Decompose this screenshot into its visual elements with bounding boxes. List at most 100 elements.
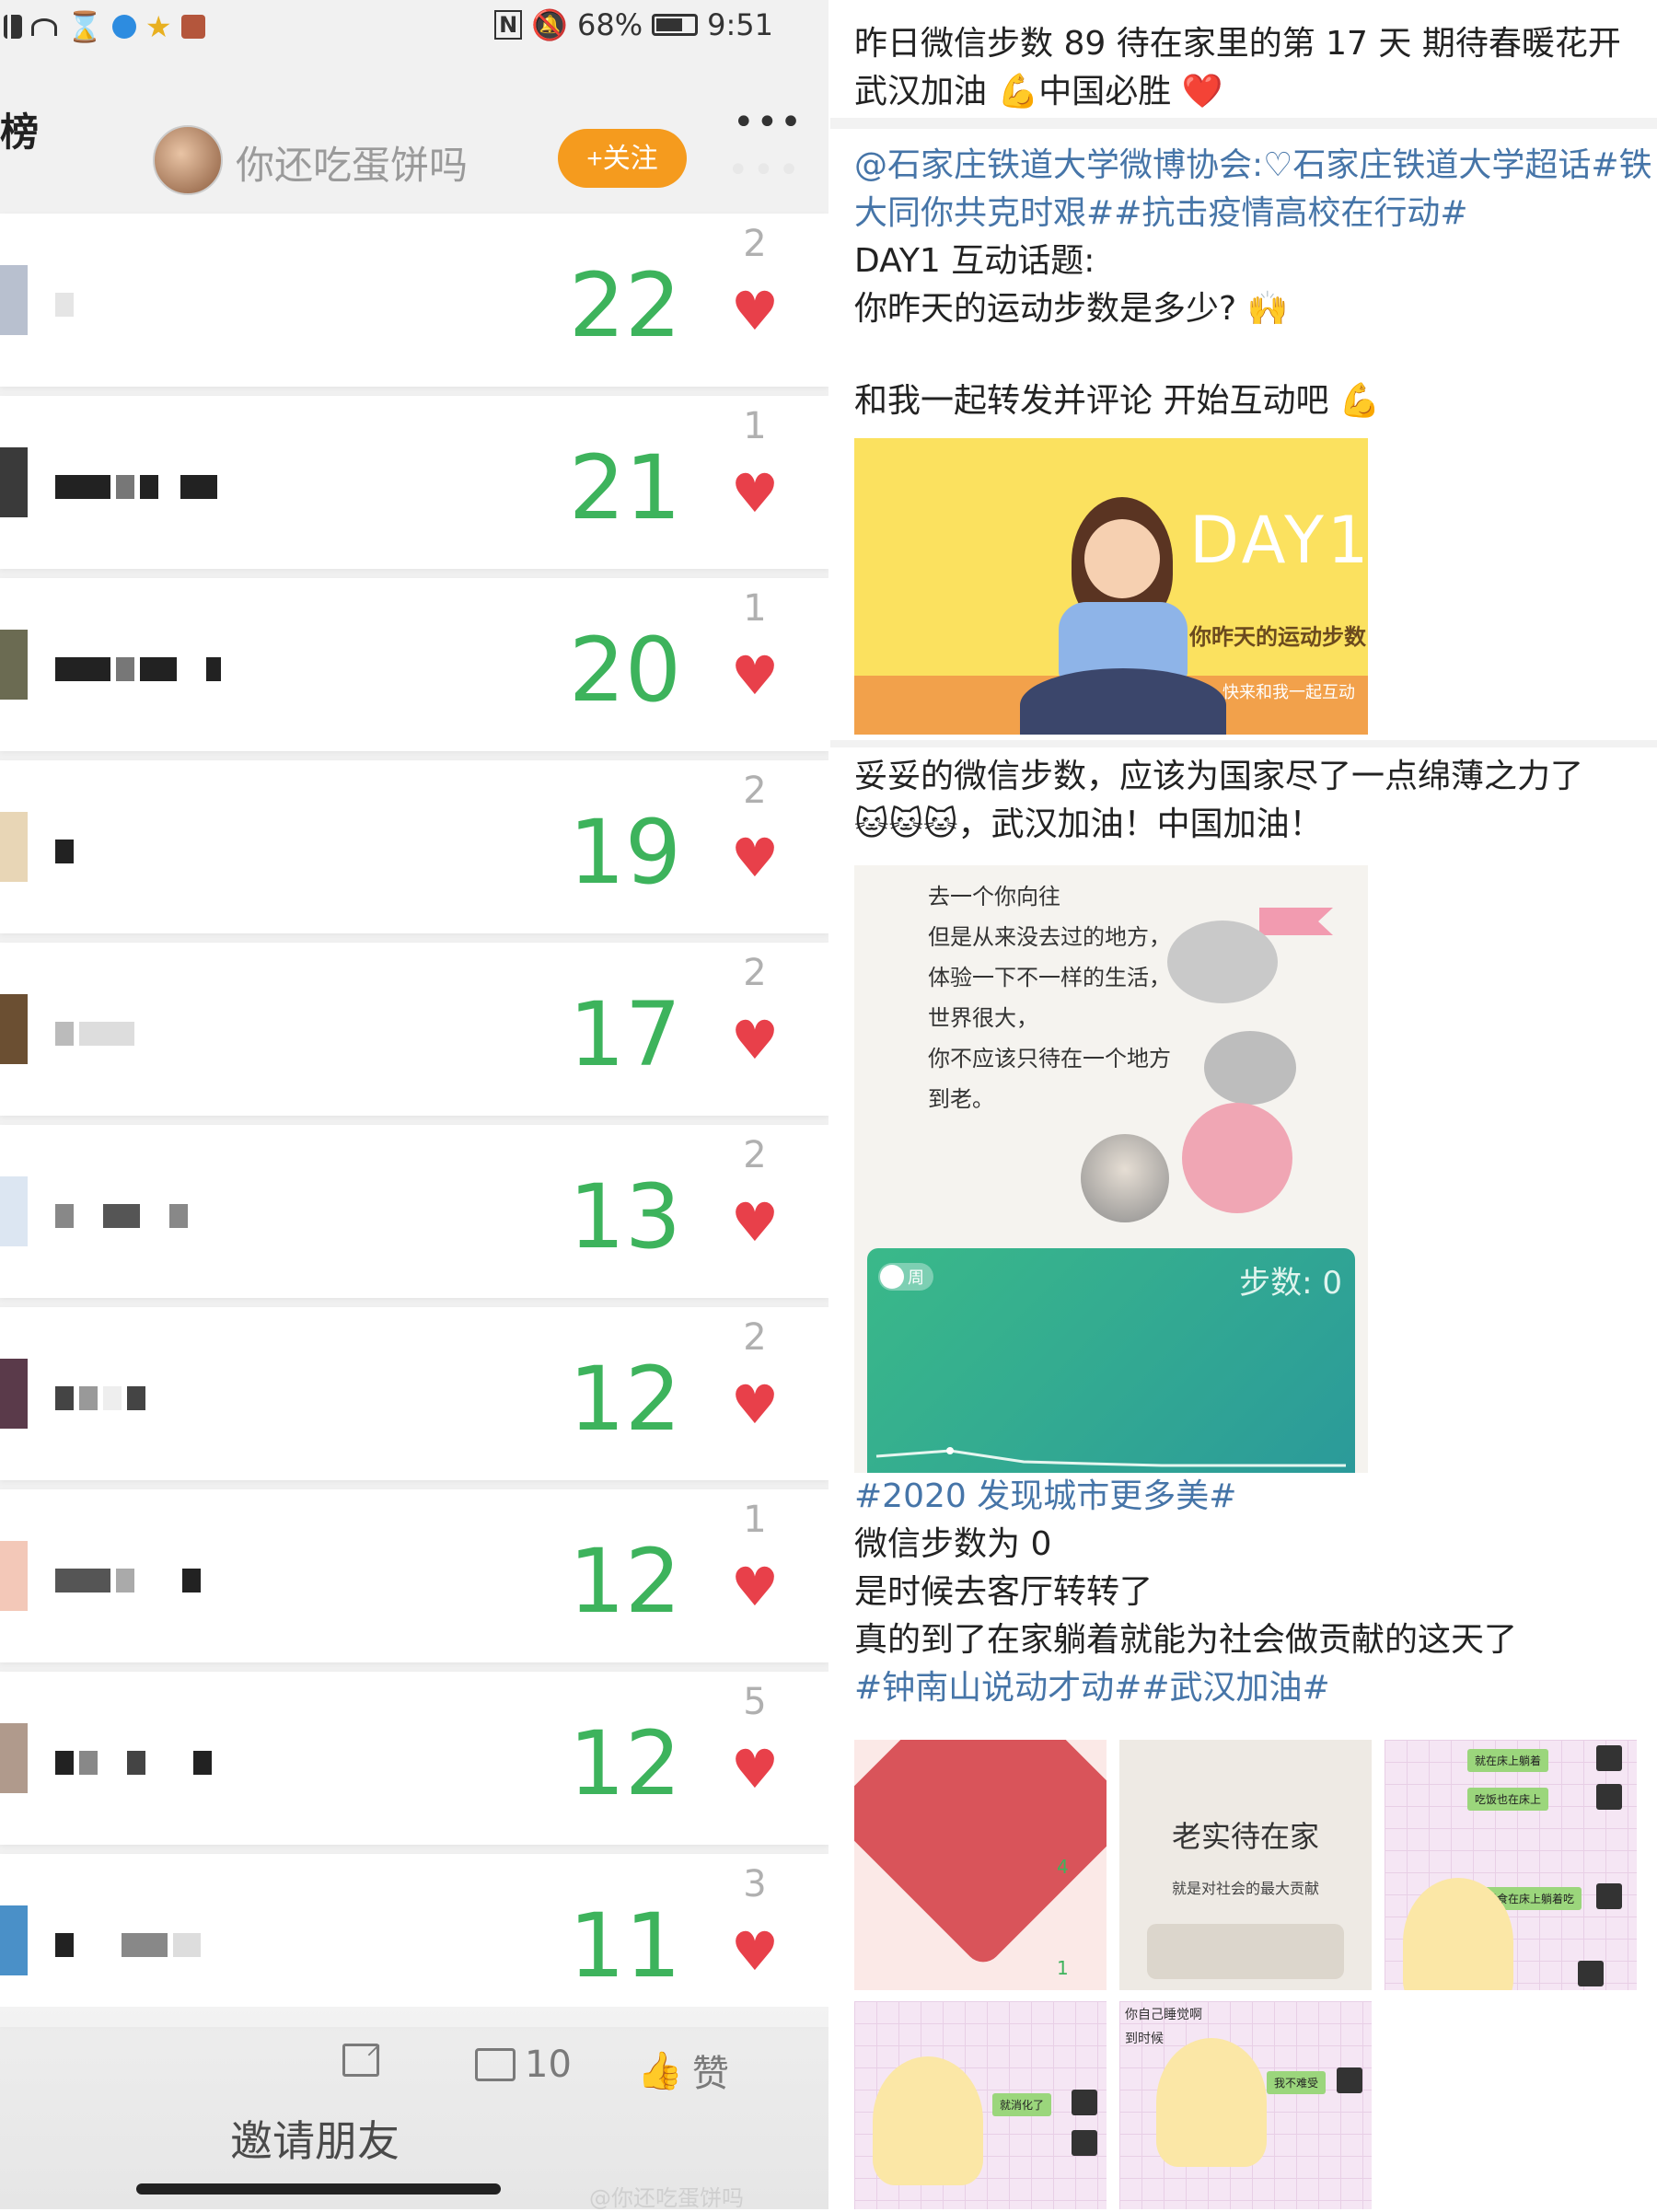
pixelated-username	[55, 1933, 201, 1957]
ranking-row[interactable]: 17 2 ♥	[0, 943, 828, 1116]
like-count: 2	[743, 1134, 767, 1176]
chat-bubble: 我不难受	[1267, 2071, 1327, 2094]
watermark: @你还吃蛋饼吗	[589, 2185, 744, 2211]
ranking-row[interactable]: 20 1 ♥	[0, 578, 828, 751]
ranking-row[interactable]: 11 3 ♥	[0, 1854, 828, 2027]
post-1-line-1: 昨日微信步数 89 待在家里的第 17 天 期待春暖花开	[854, 25, 1621, 63]
chat-avatar	[1072, 2130, 1097, 2156]
post-4-line-3: 真的到了在家躺着就能为社会做贡献的这天了	[854, 1621, 1518, 1659]
post-2-topic: DAY1 互动话题:	[854, 242, 1095, 280]
heart-icon[interactable]: ♥	[727, 1556, 782, 1618]
avatar[interactable]	[0, 1723, 28, 1793]
signal-icon	[4, 15, 22, 39]
like-count: 1	[743, 587, 767, 630]
avatar[interactable]	[0, 265, 28, 335]
like-count: 2	[743, 952, 767, 994]
ranking-list: 22 2 ♥ 21 1 ♥ 20 1 ♥ 19 2 ♥ 17 2 ♥ 13 2 ♥ 12 2 ♥ 12 1 ♥ 12 5 ♥ 11 3 ♥	[0, 214, 828, 2036]
step-count: 20	[568, 619, 681, 722]
share-button[interactable]: ↗	[342, 2039, 382, 2077]
post-4-hashtag[interactable]: #2020 发现城市更多美#	[854, 1473, 1517, 1521]
pixelated-username	[55, 1204, 188, 1228]
avatar[interactable]	[0, 1176, 28, 1246]
step-count: 11	[568, 1894, 681, 1998]
avatar[interactable]	[0, 1541, 28, 1611]
grid-image-3[interactable]: 就在床上躺着 吃饭也在床上 吃零食在床上躺着吃	[1385, 1740, 1637, 1990]
more-icon[interactable]: •••	[733, 101, 804, 144]
chat-avatar	[1337, 2067, 1362, 2093]
avatar[interactable]	[0, 630, 28, 700]
post-4-line-1: 微信步数为 0	[854, 1525, 1052, 1563]
flag-shape	[1259, 908, 1333, 935]
comment-button[interactable]: 10	[475, 2044, 572, 2086]
post-2-question: 你昨天的运动步数是多少? 🙌	[854, 290, 1289, 328]
pixelated-username	[55, 1022, 134, 1046]
ranking-row[interactable]: 12 1 ♥	[0, 1489, 828, 1662]
avatar[interactable]	[153, 125, 223, 195]
heart-illustration	[854, 1740, 1107, 1970]
day1-image[interactable]: DAY1 你昨天的运动步数 快来和我一起互动	[854, 438, 1368, 735]
ranking-row[interactable]: 19 2 ♥	[0, 760, 828, 933]
hourglass-icon: ⌛	[66, 9, 103, 44]
ranking-header: 榜 你还吃蛋饼吗 +关注 ••• •••	[0, 92, 828, 203]
chat-avatar	[1072, 2090, 1097, 2115]
like-count: 2	[743, 1316, 767, 1359]
avatar[interactable]	[0, 1905, 28, 1975]
like-label: 赞	[691, 2053, 729, 2095]
chat-avatar	[1596, 1883, 1622, 1909]
share-icon: ↗	[342, 2039, 382, 2077]
invite-friends-button[interactable]: 邀请朋友	[230, 2108, 400, 2169]
heart-icon[interactable]: ♥	[727, 1920, 782, 1983]
avatar[interactable]	[0, 994, 28, 1064]
post-4-hashtags[interactable]: #钟南山说动才动##武汉加油#	[854, 1664, 1517, 1712]
elephant-illustration	[1204, 1031, 1296, 1105]
grid-image-4[interactable]: 就消化了	[854, 2001, 1107, 2209]
ranking-row[interactable]: 12 2 ♥	[0, 1307, 828, 1480]
chat-avatar	[1578, 1961, 1604, 1986]
post-2-hashtags[interactable]: 大同你共克时艰##抗击疫情高校在行动#	[854, 190, 1652, 237]
ranking-row[interactable]: 13 2 ♥	[0, 1125, 828, 1298]
post-3-line-1: 妥妥的微信步数，应该为国家尽了一点绵薄之力了	[854, 758, 1584, 795]
post-2-mention[interactable]: @石家庄铁道大学微博协会:♡石家庄铁道大学超话#铁	[854, 142, 1652, 190]
heart-icon[interactable]: ♥	[727, 1373, 782, 1436]
post-2-cta: 和我一起转发并评论 开始互动吧 💪	[854, 382, 1381, 420]
grid-image-5[interactable]: 你自己睡觉啊 到时候 我不难受	[1119, 2001, 1372, 2209]
ranking-row[interactable]: 21 1 ♥	[0, 396, 828, 569]
heart-icon[interactable]: ♥	[727, 1009, 782, 1071]
heart-icon[interactable]: ♥	[727, 1191, 782, 1254]
post-3-text: 妥妥的微信步数，应该为国家尽了一点绵薄之力了 🐱🐱🐱，武汉加油！中国加油！	[854, 753, 1583, 849]
username[interactable]: 你还吃蛋饼吗	[236, 134, 468, 191]
grid-image-1[interactable]: 4 1	[854, 1740, 1107, 1990]
pixelated-username	[55, 657, 221, 681]
ranking-row[interactable]: 12 5 ♥	[0, 1672, 828, 1845]
pixelated-username	[55, 475, 217, 499]
ranking-row[interactable]: 22 2 ♥	[0, 214, 828, 387]
clock: 9:51	[707, 7, 773, 42]
step-count: 12	[568, 1530, 681, 1633]
step-count: 13	[568, 1165, 681, 1268]
follow-button[interactable]: +关注	[558, 129, 687, 188]
like-count: 2	[743, 223, 767, 265]
star-app-icon: ★	[145, 9, 172, 44]
home-indicator[interactable]	[136, 2183, 501, 2195]
bottom-action-bar: ↗ 10 👍 赞 邀请朋友	[0, 2007, 828, 2209]
like-button[interactable]: 👍 赞	[637, 2044, 729, 2097]
heart-icon[interactable]: ♥	[727, 280, 782, 342]
pixelated-username	[55, 1386, 145, 1410]
avatar[interactable]	[0, 1359, 28, 1429]
sofa-illustration	[1147, 1924, 1344, 1979]
game-app-icon	[180, 15, 205, 39]
poem-image[interactable]: 去一个你向往 但是从来没去过的地方， 体验一下不一样的生活， 世界很大， 你不应…	[854, 865, 1368, 1473]
day1-subtitle: 你昨天的运动步数	[1189, 624, 1366, 650]
page-title: 榜	[0, 110, 40, 155]
like-count: 2	[743, 770, 767, 812]
heart-icon[interactable]: ♥	[727, 462, 782, 525]
heart-icon[interactable]: ♥	[727, 1738, 782, 1801]
grid-image-2[interactable]: 老实待在家 就是对社会的最大贡献	[1119, 1740, 1372, 1990]
avatar[interactable]	[0, 447, 28, 517]
avatar[interactable]	[0, 812, 28, 882]
day1-label: DAY1	[1189, 503, 1368, 578]
heart-icon[interactable]: ♥	[727, 827, 782, 889]
status-bar: ⌛ ★ N 🔕 68% 9:51	[0, 0, 828, 51]
heart-icon[interactable]: ♥	[727, 644, 782, 707]
ball-illustration	[1182, 1103, 1292, 1213]
